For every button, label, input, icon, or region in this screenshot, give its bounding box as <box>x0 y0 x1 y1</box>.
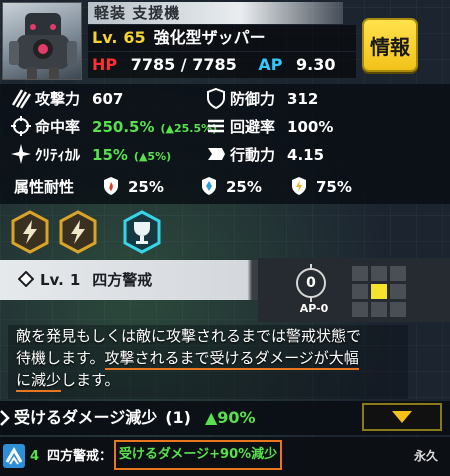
evasion-value: 100% <box>287 118 334 136</box>
lightning-hex-icon[interactable] <box>10 210 50 254</box>
hp-ap-row: HP 7785 / 7785 AP 9.30 <box>88 52 356 78</box>
ap-label: AP <box>258 55 283 74</box>
stat-defense: 防御力 312 <box>205 86 318 112</box>
triangle-down-icon <box>392 411 412 423</box>
unit-type: 軽装 支援機 <box>88 2 343 24</box>
description-line-1: 敵を発見もしくは敵に攻撃されるまでは警戒状態で <box>16 327 362 345</box>
stat-attack: 攻撃力 607 <box>10 86 123 112</box>
range-cell <box>390 266 406 281</box>
status-duration: 永久 <box>414 449 439 463</box>
stat-evasion: 回避率 100% <box>205 114 333 140</box>
trophy-hex-icon[interactable] <box>122 210 162 254</box>
skill-level-value: 1 <box>69 271 81 289</box>
resist-ice-value: 25% <box>226 178 262 196</box>
ap-value: 9.30 <box>296 55 336 74</box>
effect-percent: ▲90% <box>204 408 256 427</box>
attack-label: 攻撃力 <box>35 90 81 108</box>
arrow-chevron-icon <box>208 147 225 160</box>
critical-value: 15% <box>92 146 128 164</box>
resist-fire: 25% <box>102 174 164 200</box>
description-highlight-end: に減少 <box>16 371 62 392</box>
info-button[interactable]: 情報 <box>362 18 418 72</box>
description-line-3: に減少します。 <box>16 369 408 392</box>
speed-lines-icon <box>208 119 224 132</box>
status-text: 4 四方警戒： <box>30 437 112 476</box>
range-cell <box>390 302 406 317</box>
skill-level-label: Lv. <box>40 271 64 289</box>
description-line-2: 待機します。攻撃されるまで受けるダメージが大幅 <box>16 347 408 370</box>
range-cell <box>371 302 387 317</box>
skill-icons <box>10 210 310 254</box>
action-value: 4.15 <box>287 146 325 164</box>
crosshair-icon <box>11 115 31 136</box>
buff-arrow-icon <box>3 444 25 468</box>
name-row: Lv. 65 強化型ザッパー <box>88 25 356 51</box>
shield-icon <box>207 87 225 109</box>
ap-cost-circle: 0 <box>296 264 326 302</box>
range-cell <box>352 302 368 317</box>
range-cell <box>371 266 387 281</box>
lightning-shield-icon <box>292 176 306 195</box>
resist-electric-value: 75% <box>316 178 352 196</box>
unit-portrait <box>2 2 82 80</box>
status-number: 4 <box>30 449 40 464</box>
ap-cost-label: AP-0 <box>299 302 329 315</box>
critical-label: ｸﾘﾃｨｶﾙ <box>35 146 81 164</box>
stats-panel: 攻撃力 607 防御力 312 命中率 250.5% (▲25.5%) 回避率 100% … <box>0 84 450 204</box>
fire-shield-icon <box>104 176 118 195</box>
diamond-icon <box>18 270 34 287</box>
ice-shield-icon <box>202 176 216 195</box>
status-effect-box: 受けるダメージ+90%減少 <box>114 440 282 470</box>
effect-summary: 受けるダメージ減少 (1) ▲90% <box>14 401 256 435</box>
defense-value: 312 <box>287 90 319 108</box>
stat-action: 行動力 4.15 <box>205 142 324 168</box>
effect-name: 受けるダメージ減少 <box>14 408 158 427</box>
defense-label: 防御力 <box>230 90 276 108</box>
attack-value: 607 <box>92 90 124 108</box>
description-highlight: 攻撃されるまで受けるダメージが大幅 <box>104 349 359 370</box>
claw-slash-icon <box>11 88 32 109</box>
unit-header: 軽装 支援機 Lv. 65 強化型ザッパー HP 7785 / 7785 AP 9.… <box>0 0 450 84</box>
status-skill: 四方警戒： <box>47 449 113 464</box>
level-value: 65 <box>123 28 146 47</box>
range-cell <box>352 284 368 299</box>
critical-bonus: (▲5%) <box>133 150 172 163</box>
hp-value: 7785 / 7785 <box>130 55 237 74</box>
accuracy-label: 命中率 <box>35 118 81 136</box>
level-label: Lv. <box>92 28 118 47</box>
chevron-right-icon <box>0 410 10 426</box>
resist-electric: 75% <box>290 174 352 200</box>
stat-accuracy: 命中率 250.5% (▲25.5%) <box>10 114 217 140</box>
skill-title: Lv. 1 四方警戒 <box>18 260 152 300</box>
range-cell <box>352 266 368 281</box>
unit-name: 強化型ザッパー <box>153 28 266 47</box>
expand-button[interactable] <box>362 403 442 431</box>
skill-description: 敵を発見もしくは敵に攻撃されるまでは警戒状態で 待機します。攻撃されるまで受ける… <box>8 325 408 399</box>
range-cell-active <box>371 284 387 299</box>
sparkle-star-icon <box>11 143 31 164</box>
resist-ice: 25% <box>200 174 262 200</box>
skill-name: 四方警戒 <box>92 271 153 289</box>
effect-count: (1) <box>165 408 191 427</box>
description-line-3b: します。 <box>61 371 120 389</box>
skill-range-grid <box>352 266 408 318</box>
accuracy-value: 250.5% <box>92 118 155 136</box>
evasion-label: 回避率 <box>230 118 276 136</box>
stat-critical: ｸﾘﾃｨｶﾙ 15% (▲5%) <box>10 142 171 168</box>
description-line-2a: 待機します。 <box>16 349 105 367</box>
resist-label: 属性耐性 <box>14 178 75 196</box>
resist-fire-value: 25% <box>128 178 164 196</box>
range-cell <box>390 284 406 299</box>
lightning-hex-icon[interactable] <box>58 210 98 254</box>
hp-label: HP <box>92 55 118 74</box>
action-label: 行動力 <box>230 146 276 164</box>
stat-resistances: 属性耐性 <box>14 174 74 200</box>
